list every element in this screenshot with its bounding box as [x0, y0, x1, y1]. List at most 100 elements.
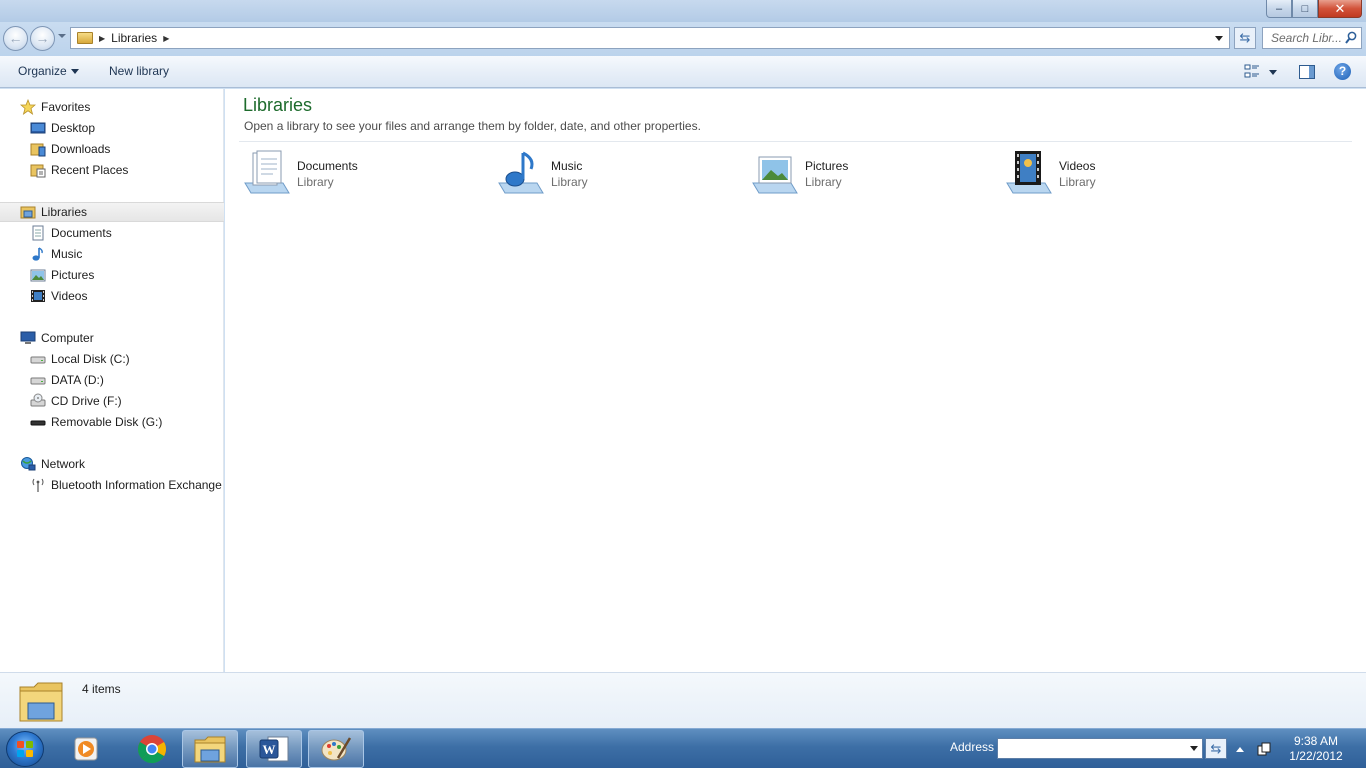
search-input[interactable]: [1271, 31, 1343, 45]
organize-button[interactable]: Organize: [18, 64, 79, 78]
sidebar-item-recent-places[interactable]: Recent Places: [0, 160, 224, 180]
address-toolbar-go-button[interactable]: ⇆: [1205, 738, 1227, 759]
sidebar-item-videos[interactable]: Videos: [0, 286, 224, 306]
libraries-folder-icon: [19, 682, 63, 722]
navigation-bar: ← → ▶ Libraries ▶ ⇆: [0, 22, 1366, 56]
library-name: Music: [551, 159, 583, 173]
library-tile-music[interactable]: Music Library: [497, 147, 737, 203]
library-type: Library: [551, 175, 588, 189]
sidebar-item-label: Recent Places: [51, 163, 129, 177]
pictures-library-icon: [752, 156, 798, 194]
downloads-folder-icon: [30, 143, 46, 157]
preview-pane-icon[interactable]: [1299, 65, 1315, 79]
library-tile-documents[interactable]: Documents Library: [243, 147, 483, 203]
change-view-icon[interactable]: [1244, 64, 1260, 79]
removable-disk-icon: [30, 420, 46, 426]
help-button[interactable]: ?: [1334, 63, 1351, 80]
address-toolbar-input[interactable]: [997, 738, 1203, 759]
sidebar-item-label: Bluetooth Information Exchange: [51, 478, 222, 492]
library-name: Pictures: [805, 159, 849, 173]
sidebar-item-desktop[interactable]: Desktop: [0, 118, 224, 138]
system-clock[interactable]: 9:38 AM 1/22/2012: [1280, 734, 1352, 764]
close-button[interactable]: ✕: [1318, 0, 1362, 18]
explorer-icon: [194, 736, 226, 763]
library-type: Library: [805, 175, 842, 189]
navigation-pane: Favorites Desktop Downloads Recent Place…: [0, 89, 224, 672]
view-options-chevron-icon[interactable]: [1269, 70, 1277, 75]
sidebar-item-label: Network: [41, 457, 86, 471]
recent-places-icon: [30, 164, 46, 178]
desktop-icon: [30, 122, 46, 134]
taskbar-explorer[interactable]: [182, 730, 238, 768]
organize-label: Organize: [18, 64, 67, 78]
address-toolbar-label: Address: [950, 740, 995, 754]
search-icon[interactable]: [1345, 31, 1357, 45]
address-bar[interactable]: ▶ Libraries ▶: [70, 27, 1230, 49]
sidebar-item-data-d[interactable]: DATA (D:): [0, 370, 224, 390]
sidebar-item-music[interactable]: Music: [0, 244, 224, 264]
content-pane: Libraries Open a library to see your fil…: [225, 89, 1366, 672]
sidebar-item-label: Documents: [51, 226, 112, 240]
sidebar-item-bluetooth[interactable]: Bluetooth Information Exchange: [0, 475, 224, 495]
address-toolbar-dropdown-icon[interactable]: [1190, 746, 1198, 751]
sidebar-item-label: Local Disk (C:): [51, 352, 130, 366]
breadcrumb-arrow-icon[interactable]: ▶: [163, 34, 169, 43]
hard-disk-icon: [30, 356, 46, 364]
network-icon: [21, 457, 36, 471]
address-dropdown-icon[interactable]: [1215, 36, 1223, 41]
star-icon: [20, 99, 36, 115]
libraries-icon: [20, 206, 36, 219]
documents-library-icon: [244, 150, 290, 194]
network-status-icon[interactable]: [1257, 741, 1271, 757]
svg-text:W: W: [263, 742, 276, 757]
sidebar-item-label: DATA (D:): [51, 373, 104, 387]
media-player-icon: [74, 737, 98, 761]
clock-date: 1/22/2012: [1289, 749, 1343, 763]
bluetooth-icon: [32, 478, 44, 492]
sidebar-item-downloads[interactable]: Downloads: [0, 139, 224, 159]
sidebar-item-label: CD Drive (F:): [51, 394, 122, 408]
forward-button[interactable]: →: [30, 26, 55, 51]
sidebar-item-pictures[interactable]: Pictures: [0, 265, 224, 285]
sidebar-item-cd-drive-f[interactable]: CD Drive (F:): [0, 391, 224, 411]
sidebar-item-label: Libraries: [41, 205, 88, 219]
refresh-button[interactable]: ⇆: [1234, 27, 1256, 49]
sidebar-item-removable-disk-g[interactable]: Removable Disk (G:): [0, 412, 224, 432]
minimize-button[interactable]: –: [1266, 0, 1292, 18]
back-button[interactable]: ←: [3, 26, 28, 51]
taskbar-paint[interactable]: [308, 730, 364, 768]
page-title: Libraries: [243, 95, 313, 115]
sidebar-item-label: Pictures: [51, 268, 95, 282]
show-hidden-icons-icon[interactable]: [1236, 747, 1244, 752]
breadcrumb-arrow-icon[interactable]: ▶: [99, 34, 105, 43]
recent-pages-dropdown[interactable]: [58, 34, 66, 38]
paint-icon: [321, 737, 352, 761]
sidebar-item-documents[interactable]: Documents: [0, 223, 224, 243]
library-tile-videos[interactable]: Videos Library: [1005, 147, 1245, 203]
sidebar-item-label: Removable Disk (G:): [51, 415, 163, 429]
chevron-down-icon: [70, 69, 79, 75]
new-library-button[interactable]: New library: [109, 64, 169, 78]
page-description: Open a library to see your files and arr…: [244, 119, 701, 133]
sidebar-item-favorites[interactable]: Favorites: [0, 97, 224, 117]
sidebar-item-label: Desktop: [51, 121, 96, 135]
divider: [239, 141, 1352, 142]
sidebar-item-computer[interactable]: Computer: [0, 328, 224, 348]
music-library-icon: [498, 151, 544, 194]
start-button[interactable]: [6, 731, 44, 767]
sidebar-item-network[interactable]: Network: [0, 454, 224, 474]
window-controls: – □ ✕: [1266, 0, 1362, 18]
sidebar-item-libraries[interactable]: Libraries: [0, 202, 224, 222]
search-box[interactable]: [1262, 27, 1362, 49]
library-tile-pictures[interactable]: Pictures Library: [751, 147, 991, 203]
library-type: Library: [297, 175, 334, 189]
taskbar-media-player[interactable]: [58, 730, 114, 768]
maximize-button[interactable]: □: [1292, 0, 1318, 18]
breadcrumb-libraries[interactable]: Libraries: [111, 31, 157, 45]
taskbar-chrome[interactable]: [124, 730, 180, 768]
sidebar-item-local-disk-c[interactable]: Local Disk (C:): [0, 349, 224, 369]
library-name: Videos: [1059, 159, 1096, 173]
cd-drive-icon: [30, 393, 46, 407]
taskbar-word[interactable]: W: [246, 730, 302, 768]
sidebar-item-label: Downloads: [51, 142, 111, 156]
